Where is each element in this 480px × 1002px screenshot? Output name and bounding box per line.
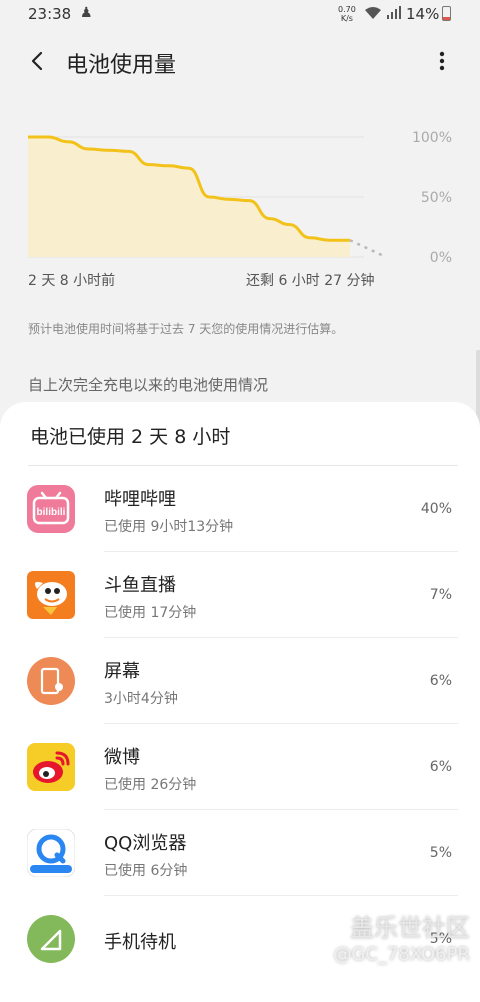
wifi-icon: [365, 7, 381, 19]
battery-projection-line: [349, 239, 387, 259]
app-row-bilibili[interactable]: bilibili 哔哩哔哩 已使用 9小时13分钟 40%: [0, 466, 480, 552]
app-name: 微博: [104, 747, 140, 768]
screen-icon: [27, 657, 75, 705]
network-speed-unit: K/s: [340, 14, 353, 23]
app-row-douyu[interactable]: 斗鱼直播 已使用 17分钟 7%: [0, 552, 480, 638]
app-usage-time: 3小时4分钟: [104, 691, 178, 707]
battery-percent: 14%: [406, 5, 440, 23]
network-speed: 0.70 K/s: [338, 5, 356, 23]
back-arrow-icon[interactable]: [26, 49, 50, 73]
app-usage-time: 已使用 26分钟: [104, 777, 197, 793]
app-bar: 电池使用量: [0, 34, 480, 90]
app-row-screen[interactable]: 屏幕 3小时4分钟 6%: [0, 638, 480, 724]
section-title: 自上次完全充电以来的电池使用情况: [28, 376, 269, 394]
bilibili-icon: bilibili: [27, 485, 75, 533]
chart-end-label: 还剩 6 小时 27 分钟: [246, 273, 375, 289]
notification-icon: ♟: [80, 5, 93, 21]
watermark-brand: 盖乐世社区: [350, 914, 470, 942]
qq-browser-icon: [27, 829, 75, 877]
app-usage-time: 已使用 6分钟: [104, 863, 188, 879]
tick-label-100: 100%: [412, 130, 452, 146]
more-vert-icon[interactable]: [432, 49, 452, 73]
app-usage-time: 已使用 9小时13分钟: [104, 519, 234, 535]
app-name: 手机待机: [104, 932, 176, 953]
tick-label-0: 0%: [430, 250, 452, 266]
usage-heading: 电池已使用 2 天 8 小时: [30, 426, 231, 448]
app-row-qq-browser[interactable]: QQ浏览器 已使用 6分钟 5%: [0, 810, 480, 896]
status-time: 23:38: [28, 5, 72, 23]
app-row-weibo[interactable]: 微博 已使用 26分钟 6%: [0, 724, 480, 810]
app-usage-percent: 6%: [429, 759, 452, 775]
app-usage-time: 已使用 17分钟: [104, 605, 197, 621]
svg-text:bilibili: bilibili: [37, 507, 66, 518]
estimate-note: 预计电池使用时间将基于过去 7 天您的使用情况进行估算。: [28, 322, 344, 336]
douyu-icon: [27, 571, 75, 619]
battery-icon: [442, 6, 451, 21]
app-name: 斗鱼直播: [104, 575, 176, 596]
network-speed-value: 0.70: [338, 5, 356, 14]
chart-start-label: 2 天 8 小时前: [28, 273, 116, 289]
app-usage-percent: 5%: [429, 845, 452, 861]
app-usage-percent: 40%: [420, 501, 452, 517]
tick-label-50: 50%: [421, 190, 452, 206]
watermark-user: @GC_78XO6PR: [333, 944, 470, 965]
signal-icon: [387, 6, 401, 19]
weibo-icon: [27, 743, 75, 791]
status-bar: 23:38 ♟ 0.70 K/s 14%: [0, 0, 480, 30]
app-name: 屏幕: [104, 661, 140, 682]
page-title: 电池使用量: [66, 53, 177, 78]
app-usage-percent: 6%: [429, 673, 452, 689]
app-usage-percent: 7%: [429, 587, 452, 603]
app-name: 哔哩哔哩: [104, 489, 176, 510]
standby-icon: [27, 915, 75, 963]
battery-usage-chart: 100% 50% 0%: [27, 130, 452, 266]
app-name: QQ浏览器: [104, 833, 187, 854]
